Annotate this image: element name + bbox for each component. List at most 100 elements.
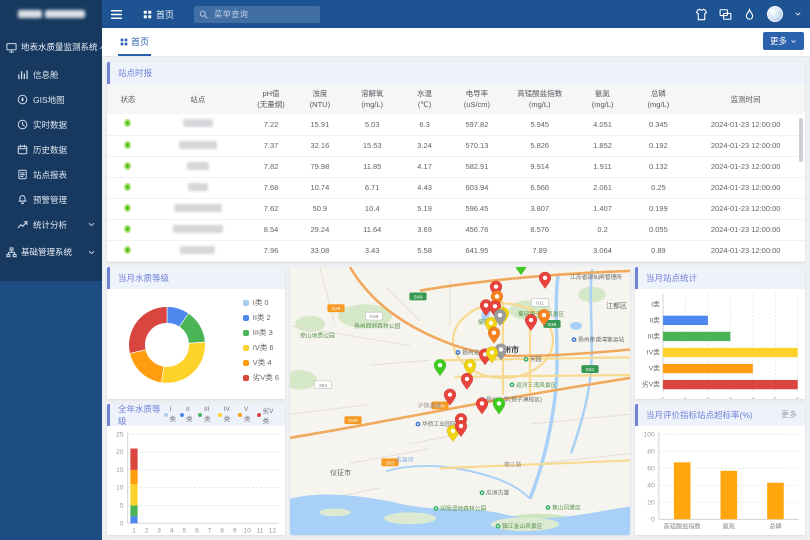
table-cell: 33.08 (295, 240, 344, 261)
legend-item[interactable]: III类 (198, 406, 214, 423)
fullscreen-icon[interactable] (719, 8, 732, 21)
sidebar-item-report[interactable]: 站点报表 (0, 162, 102, 187)
table-cell: 5.58 (400, 240, 449, 261)
legend-item[interactable]: I类 (164, 406, 177, 423)
card-title: 当月评价指标站点超标率(%) (646, 409, 753, 421)
sidebar-item-history[interactable]: 历史数据 (0, 137, 102, 162)
card-title: 全年水质等级 (118, 404, 164, 427)
left-chart-column: 当月水质等级 I类 0 II类 2 III类 3 IV类 6 V类 4 劣V类 6 全年水… (107, 267, 285, 535)
station-name-redacted (174, 204, 222, 212)
map-label: 镇江金山风景区 (496, 522, 543, 530)
table-cell: 5.03 (344, 114, 400, 135)
legend-item[interactable]: V类 (238, 406, 253, 423)
table-cell: 10.74 (295, 177, 344, 198)
table-cell: 3.064 (575, 240, 631, 261)
svg-text:G40: G40 (348, 418, 358, 424)
sidebar-item-info[interactable]: 信息舱 (0, 62, 102, 87)
hamburger-menu-icon[interactable] (110, 8, 123, 21)
tabbar: 首页 更多 (102, 28, 810, 57)
svg-text:江都区: 江都区 (606, 302, 627, 310)
table-cell: 79.98 (295, 156, 344, 177)
column-header: 浊度(NTU) (295, 84, 344, 114)
status-dot (124, 119, 131, 127)
menu-search[interactable] (194, 6, 320, 23)
station-report-card: 站点时报 状态站点pH值(无量纲)浊度(NTU)溶解氧(mg/L)水温(℃)电导… (107, 62, 805, 262)
table-cell: 2024-01-23 12:00:00 (686, 198, 805, 219)
sidebar-section-water-system[interactable]: 地表水质量监测系统 (0, 32, 102, 62)
svg-text:6: 6 (195, 527, 199, 534)
table-cell: 3.43 (344, 240, 400, 261)
sidebar-item-gis[interactable]: GIS地图 (0, 87, 102, 112)
flame-icon[interactable] (743, 8, 756, 21)
table-cell: 456.76 (449, 219, 505, 240)
column-header: 状态 (107, 84, 149, 114)
table-scrollbar[interactable] (799, 118, 803, 162)
table-cell: 2024-01-23 12:00:00 (686, 135, 805, 156)
column-header: 水温(℃) (400, 84, 449, 114)
legend-item[interactable]: V类 4 (243, 357, 279, 368)
station-name-redacted (188, 183, 208, 191)
svg-text:40: 40 (647, 482, 655, 489)
svg-text:焦山风景区: 焦山风景区 (552, 504, 581, 512)
table-cell: 4.051 (575, 114, 631, 135)
theme-shirt-icon[interactable] (695, 8, 708, 21)
table-cell: 8.576 (505, 219, 575, 240)
app-window: 地表水质量监测系统 信息舱GIS地图实时数据历史数据站点报表预警管理统计分析 基… (0, 0, 810, 540)
table-row: 8.5429.2411.643.69456.768.5760.20.055202… (107, 219, 805, 240)
table-cell: 603.94 (449, 177, 505, 198)
table-cell: 11.64 (344, 219, 400, 240)
svg-text:V类: V类 (649, 364, 660, 373)
card-title: 当月水质等级 (118, 272, 169, 284)
svg-text:5: 5 (120, 502, 124, 509)
legend-item[interactable]: III类 3 (243, 327, 279, 338)
more-button[interactable]: 更多 (763, 32, 804, 50)
sidebar-item-realtime[interactable]: 实时数据 (0, 112, 102, 137)
table-cell: 1.852 (575, 135, 631, 156)
svg-text:江苏省邵仙闸管理所: 江苏省邵仙闸管理所 (570, 273, 622, 281)
chevron-down-icon[interactable] (794, 10, 802, 18)
map-canvas[interactable]: S28G40G40S53S49S36S61X08353611扬州市江都区仪征市扬… (290, 267, 630, 535)
table-row: 7.2215.915.036.3597.825.9454.0510.345202… (107, 114, 805, 135)
table-cell: 2024-01-23 12:00:00 (686, 240, 805, 261)
breadcrumb[interactable]: 首页 (143, 8, 174, 21)
svg-text:春江路: 春江路 (504, 460, 522, 468)
svg-text:3: 3 (157, 527, 161, 534)
card-title: 站点时报 (118, 67, 152, 79)
table-cell: 2024-01-23 12:00:00 (686, 177, 805, 198)
svg-text:9: 9 (233, 527, 237, 534)
map-label: 运河三湾风景区 (510, 381, 557, 389)
gis-map[interactable]: S28G40G40S53S49S36S61X08353611扬州市江都区仪征市扬… (290, 267, 630, 535)
org-tree-icon (6, 247, 17, 258)
legend-item[interactable]: IV类 6 (243, 342, 279, 353)
map-label: 润扬湿地森林公园 (434, 505, 487, 513)
legend-item[interactable]: 劣V类 6 (243, 372, 279, 383)
bell-icon (17, 194, 28, 205)
svg-text:扬州西郊森林公园: 扬州西郊森林公园 (354, 322, 401, 330)
avatar[interactable] (767, 6, 783, 22)
table-cell: 641.95 (449, 240, 505, 261)
table-cell: 6.3 (400, 114, 449, 135)
svg-text:20: 20 (647, 499, 655, 506)
sidebar-section-base-system[interactable]: 基础管理系统 (0, 237, 102, 267)
tab-home[interactable]: 首页 (118, 35, 151, 56)
sidebar-item-stats[interactable]: 统计分析 (0, 212, 102, 237)
table-cell: 570.13 (449, 135, 505, 156)
table-cell: 5.19 (400, 198, 449, 219)
svg-text:10: 10 (116, 484, 124, 491)
status-dot (124, 225, 131, 233)
legend-item[interactable]: II类 2 (243, 312, 279, 323)
search-input[interactable] (212, 8, 315, 20)
column-header: 总磷(mg/L) (630, 84, 686, 114)
sidebar-item-alert[interactable]: 预警管理 (0, 187, 102, 212)
legend-item[interactable]: 劣V类 (257, 405, 277, 425)
legend-item[interactable]: I类 0 (243, 297, 279, 308)
exceed-rate-bar-chart: 020406080100高锰酸盐指数氨氮总磷 (635, 426, 805, 536)
legend-item[interactable]: II类 (180, 406, 194, 423)
table-row: 7.6810.746.714.43603.946.5662.0610.25202… (107, 177, 805, 198)
more-link[interactable]: 更多 (781, 409, 797, 420)
table-cell: 10.4 (344, 198, 400, 219)
table-cell: 6.566 (505, 177, 575, 198)
svg-text:劣V类: 劣V类 (642, 380, 660, 389)
legend-item[interactable]: IV类 (218, 406, 234, 423)
svg-text:高锰酸盐指数: 高锰酸盐指数 (664, 522, 702, 530)
